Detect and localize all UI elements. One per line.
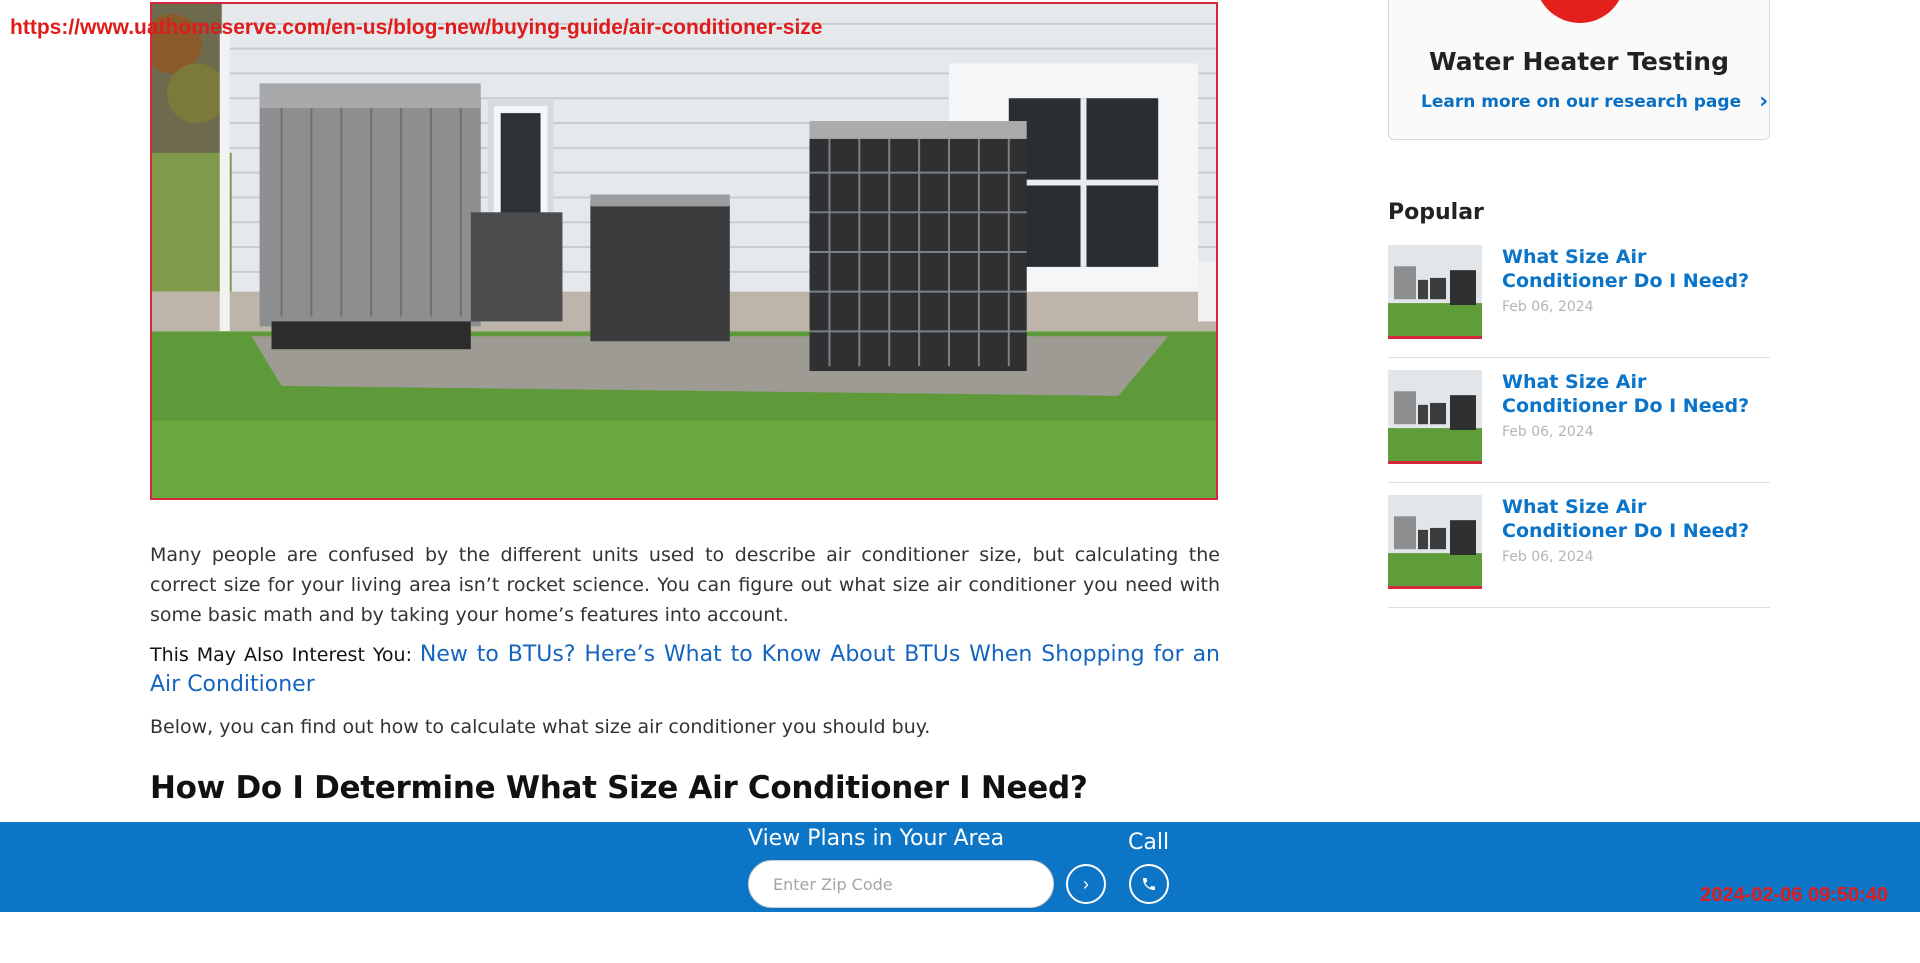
article-body: Many people are confused by the differen… (150, 540, 1220, 806)
popular-article-link[interactable]: What Size Air Conditioner Do I Need? (1502, 245, 1770, 293)
zip-code-input[interactable] (748, 860, 1054, 908)
popular-article-date: Feb 06, 2024 (1502, 549, 1594, 565)
plans-sticky-bar: View Plans in Your Area › Call (0, 822, 1920, 912)
related-article-lead: This May Also Interest You: (150, 644, 412, 666)
popular-list-item: What Size Air Conditioner Do I Need? Feb… (1388, 245, 1770, 358)
hero-image (150, 2, 1218, 500)
popular-section: Popular What Size Air Conditioner Do I N… (1388, 200, 1770, 620)
popular-title: Popular (1388, 200, 1484, 225)
research-page-link[interactable]: Learn more on our research page › (1421, 89, 1768, 114)
related-article-line: This May Also Interest You: New to BTUs?… (150, 640, 1220, 700)
article-paragraph: Below, you can find out how to calculate… (150, 716, 931, 738)
popular-article-link[interactable]: What Size Air Conditioner Do I Need? (1502, 495, 1770, 543)
popular-list-item: What Size Air Conditioner Do I Need? Feb… (1388, 495, 1770, 608)
call-button[interactable] (1129, 864, 1169, 904)
air-conditioner-units-photo-icon (152, 4, 1216, 498)
air-conditioner-thumbnail-icon (1388, 370, 1482, 461)
call-label: Call (1128, 830, 1170, 855)
view-plans-label: View Plans in Your Area (748, 826, 1005, 851)
air-conditioner-thumbnail-icon (1388, 495, 1482, 586)
promo-card: Water Heater Testing Learn more on our r… (1388, 0, 1770, 140)
air-conditioner-thumbnail-icon (1388, 245, 1482, 336)
promo-badge-icon (1535, 0, 1625, 23)
popular-article-date: Feb 06, 2024 (1502, 299, 1594, 315)
chevron-right-icon: › (1083, 873, 1089, 894)
popular-thumbnail[interactable] (1388, 495, 1482, 589)
timestamp-overlay: 2024-02-06 09:50:40 (1700, 884, 1888, 906)
popular-article-link[interactable]: What Size Air Conditioner Do I Need? (1502, 370, 1770, 418)
phone-icon (1143, 878, 1155, 890)
url-overlay: https://www.uathomeserve.com/en-us/blog-… (10, 16, 823, 39)
popular-thumbnail[interactable] (1388, 370, 1482, 464)
popular-list-item: What Size Air Conditioner Do I Need? Feb… (1388, 370, 1770, 483)
article-paragraph: Many people are confused by the differen… (150, 544, 1220, 626)
popular-thumbnail[interactable] (1388, 245, 1482, 339)
chevron-right-icon: › (1759, 89, 1769, 114)
zip-submit-button[interactable]: › (1066, 864, 1106, 904)
promo-title: Water Heater Testing (1429, 47, 1729, 76)
research-page-link-label: Learn more on our research page (1421, 91, 1742, 112)
popular-article-date: Feb 06, 2024 (1502, 424, 1594, 440)
section-heading: How Do I Determine What Size Air Conditi… (150, 770, 1088, 806)
